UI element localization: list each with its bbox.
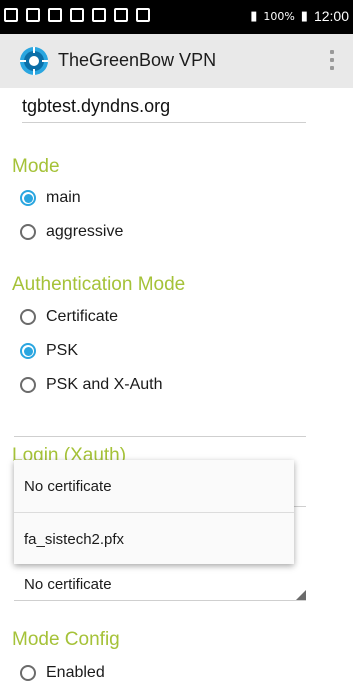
overflow-menu-icon[interactable] <box>329 46 335 76</box>
dropdown-arrow-icon <box>296 590 306 600</box>
status-icons-right: ▮ 100% ▮ 12:00 <box>250 8 349 24</box>
clock: 12:00 <box>313 8 349 24</box>
radio-label: main <box>46 189 81 206</box>
action-bar: TheGreenBow VPN <box>0 34 353 88</box>
auth-psk-radio[interactable]: PSK <box>20 342 78 360</box>
radio-checked-icon <box>20 343 36 359</box>
status-icons-left <box>4 8 150 22</box>
gmail-icon <box>114 8 128 22</box>
status-bar: ▮ 100% ▮ 12:00 <box>0 0 353 34</box>
image-icon <box>48 8 62 22</box>
mode-aggressive-radio[interactable]: aggressive <box>20 223 123 241</box>
radio-unchecked-icon <box>20 665 36 681</box>
radio-label: Certificate <box>46 308 119 325</box>
app-logo-icon <box>20 47 48 75</box>
mode-config-enabled-radio[interactable]: Enabled <box>20 664 105 682</box>
radio-checked-icon <box>20 190 36 206</box>
psk-input[interactable] <box>14 436 306 437</box>
device-icon <box>70 8 84 22</box>
radio-label: PSK and X-Auth <box>46 376 163 393</box>
radio-label: aggressive <box>46 223 124 240</box>
radio-label: PSK <box>46 342 79 359</box>
auth-certificate-radio[interactable]: Certificate <box>20 308 118 326</box>
mode-title: Mode <box>12 156 60 177</box>
camera-icon <box>92 8 106 22</box>
authentication-mode-title: Authentication Mode <box>12 274 186 295</box>
battery-percentage: 100% <box>263 9 295 23</box>
tools-icon <box>4 8 18 22</box>
radio-unchecked-icon <box>20 224 36 240</box>
mode-config-title: Mode Config <box>12 629 120 650</box>
wrench-icon <box>26 8 40 22</box>
mail-icon <box>136 8 150 22</box>
certificate-spinner[interactable]: No certificate <box>14 574 306 601</box>
popup-option-fa-sistech2[interactable]: fa_sistech2.pfx <box>14 513 294 565</box>
settings-form: tgbtest.dyndns.org Mode main aggressive … <box>0 88 353 684</box>
spinner-value: No certificate <box>24 576 112 593</box>
radio-label: Enabled <box>46 664 105 681</box>
radio-unchecked-icon <box>20 309 36 325</box>
popup-option-no-certificate[interactable]: No certificate <box>14 460 294 512</box>
mode-main-radio[interactable]: main <box>20 189 81 207</box>
app-title: TheGreenBow VPN <box>58 50 217 70</box>
certificate-dropdown-popup: No certificate fa_sistech2.pfx <box>14 460 294 564</box>
host-input[interactable]: tgbtest.dyndns.org <box>22 96 306 123</box>
battery-icon: ▮ <box>300 8 308 24</box>
radio-unchecked-icon <box>20 377 36 393</box>
signal-icon: ▮ <box>250 8 258 24</box>
auth-psk-xauth-radio[interactable]: PSK and X-Auth <box>20 376 163 394</box>
